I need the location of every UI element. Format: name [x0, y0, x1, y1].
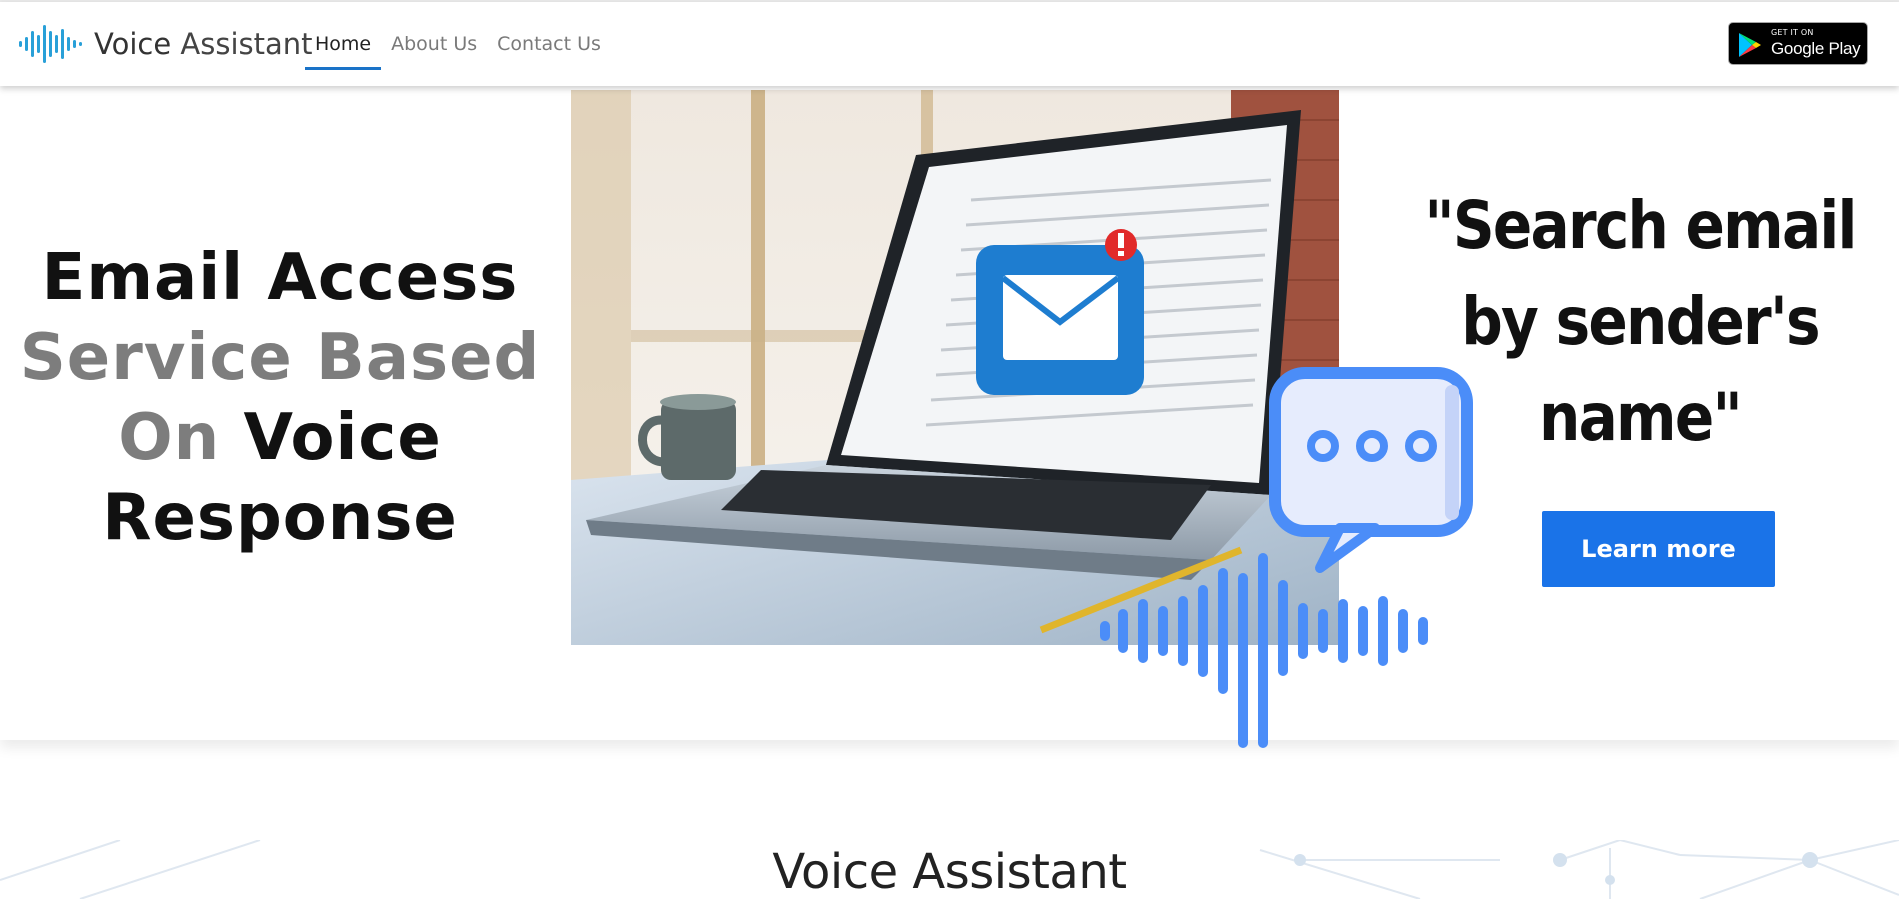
hero-banner: Email Access Service Based On Voice Resp…	[0, 88, 1899, 748]
google-play-badge[interactable]: GET IT ON Google Play	[1728, 22, 1868, 65]
hero-quote-line-3: name"	[1539, 379, 1743, 456]
voice-chat-graphic	[1100, 367, 1473, 748]
google-play-big-text: Google Play	[1771, 39, 1861, 58]
voice-wave-icon	[1100, 553, 1428, 748]
nav-link-about-us[interactable]: About Us	[381, 2, 487, 86]
section-title: Voice Assistant	[772, 844, 1127, 900]
soundwave-logo-icon	[19, 25, 82, 63]
hero-title-voice: Voice	[243, 401, 442, 475]
hero-quote: "Search email by sender's name"	[1420, 178, 1860, 466]
google-play-logo-icon	[1739, 33, 1761, 57]
alert-badge-icon	[1105, 229, 1137, 261]
hero-quote-line-2: by sender's	[1461, 283, 1820, 360]
brand[interactable]: Voice Assistant	[18, 22, 313, 66]
nav-link-contact-us[interactable]: Contact Us	[487, 2, 611, 86]
brand-name-rest: Assistant	[171, 27, 313, 61]
hero-title: Email Access Service Based On Voice Resp…	[0, 238, 560, 558]
hero-title-on: On	[118, 401, 221, 475]
nav-links: Home About Us Contact Us	[305, 2, 611, 86]
hero-title-line-2: Service Based	[19, 321, 541, 395]
learn-more-button[interactable]: Learn more	[1542, 511, 1775, 587]
hero-title-line-1: Email Access	[41, 241, 519, 315]
chat-bubble-icon	[1269, 367, 1473, 573]
top-navbar: Voice Assistant Home About Us Contact Us…	[0, 2, 1899, 86]
brand-name-strong: Voice	[94, 27, 172, 61]
nav-link-home[interactable]: Home	[305, 2, 382, 86]
hero-title-line-4: Response	[102, 481, 458, 555]
hero-title-line-3: On Voice	[0, 398, 560, 478]
google-play-small-text: GET IT ON	[1771, 28, 1814, 37]
brand-name: Voice Assistant	[94, 27, 313, 61]
hero-quote-line-1: "Search email	[1424, 187, 1857, 264]
